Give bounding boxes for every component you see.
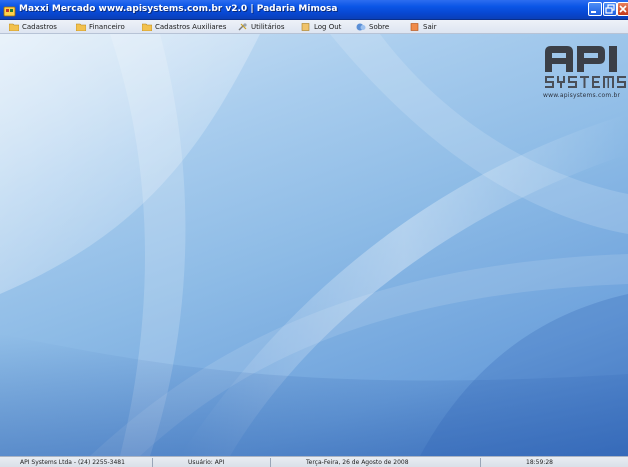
status-divider: [270, 458, 271, 467]
status-company: API Systems Ltda - (24) 2255-3481: [20, 459, 125, 466]
status-bar: API Systems Ltda - (24) 2255-3481 Usuári…: [0, 456, 628, 467]
logo-url: www.apisystems.com.br: [543, 92, 621, 99]
menu-bar: Cadastros Financeiro Cadastros Auxiliare…: [0, 20, 628, 34]
maximize-button[interactable]: [603, 2, 617, 16]
menu-sair[interactable]: Sair: [410, 20, 437, 33]
info-icon: [356, 23, 366, 30]
window-title: Maxxi Mercado www.apisystems.com.br v2.0…: [19, 4, 338, 14]
status-divider: [480, 458, 481, 467]
minimize-icon: [591, 11, 596, 13]
logout-icon: [301, 22, 310, 31]
app-window: Maxxi Mercado www.apisystems.com.br v2.0…: [0, 0, 628, 467]
menu-label: Sair: [423, 22, 437, 31]
menu-label: Utilitários: [251, 22, 285, 31]
status-user: Usuário: API: [188, 459, 225, 466]
minimize-button[interactable]: [588, 2, 602, 16]
status-date: Terça-Feira, 26 de Agosto de 2008: [306, 459, 409, 466]
status-divider: [152, 458, 153, 467]
folder-icon: [142, 23, 152, 31]
menu-cadastros[interactable]: Cadastros: [9, 20, 57, 33]
menu-logout[interactable]: Log Out: [301, 20, 341, 33]
close-button[interactable]: [617, 2, 628, 16]
menu-label: Cadastros Auxiliares: [155, 22, 227, 31]
menu-utilitarios[interactable]: Utilitários: [238, 20, 285, 33]
tools-icon: [238, 22, 247, 30]
title-bar[interactable]: Maxxi Mercado www.apisystems.com.br v2.0…: [0, 0, 628, 20]
app-icon: [3, 3, 16, 17]
restore-icon: [605, 4, 615, 14]
wallpaper-waves: [0, 34, 628, 456]
status-time: 18:59:28: [526, 459, 553, 466]
menu-financeiro[interactable]: Financeiro: [76, 20, 125, 33]
menu-label: Cadastros: [22, 22, 57, 31]
menu-label: Financeiro: [89, 22, 125, 31]
menu-label: Log Out: [314, 22, 342, 31]
menu-cadastros-auxiliares[interactable]: Cadastros Auxiliares: [142, 20, 226, 33]
exit-icon: [410, 22, 419, 31]
api-systems-logo: [545, 46, 626, 88]
menu-sobre[interactable]: Sobre: [356, 20, 389, 33]
menu-label: Sobre: [369, 22, 390, 31]
close-icon: [619, 5, 627, 13]
folder-icon: [9, 23, 19, 31]
folder-icon: [76, 23, 86, 31]
desktop-background: www.apisystems.com.br: [0, 34, 628, 456]
